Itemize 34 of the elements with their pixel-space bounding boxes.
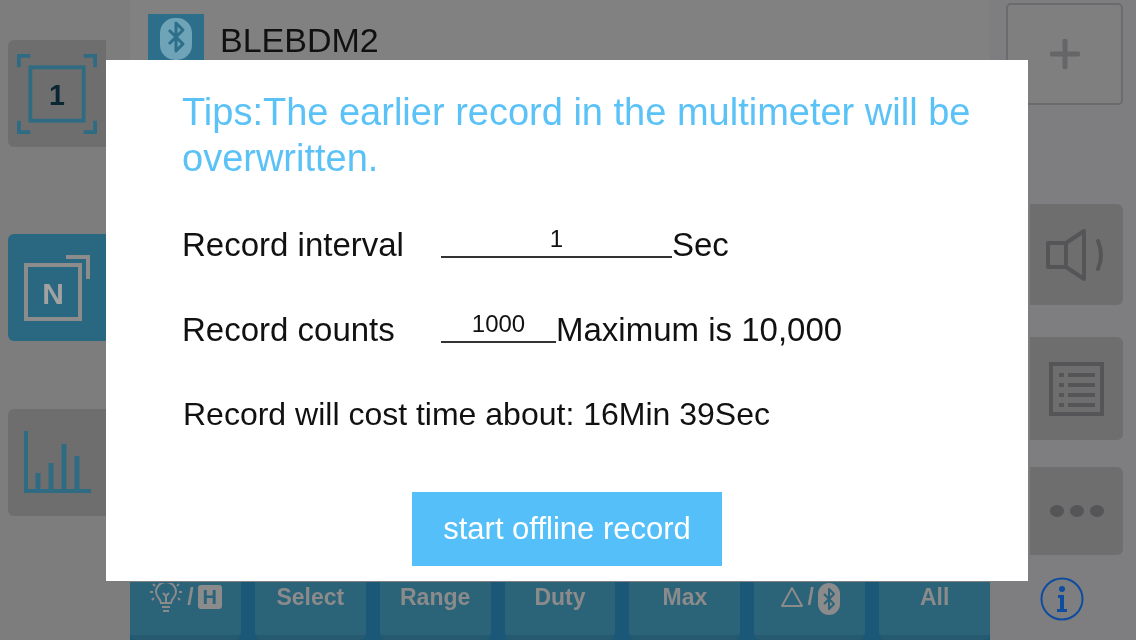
fill-in-line[interactable]: 1000 [441, 311, 556, 343]
list-icon [1049, 361, 1104, 416]
add-button[interactable] [1006, 3, 1123, 105]
unit-label: Sec [672, 225, 729, 265]
bar-chart-icon [23, 431, 91, 494]
bluetooth-icon [817, 583, 840, 615]
fill-in-line[interactable]: 1 [441, 226, 672, 258]
function-key[interactable]: Select [254, 582, 366, 640]
sidebar-tab[interactable]: 1 [8, 40, 106, 147]
function-key[interactable]: Range [379, 582, 491, 640]
field-label: Record interval [182, 225, 405, 265]
info-icon[interactable] [1040, 577, 1084, 621]
estimate-text: Record will cost time about: 16Min 39Sec [183, 395, 770, 434]
more-button[interactable] [1030, 467, 1123, 555]
device-name: BLEBDM2 [220, 20, 379, 60]
function-key[interactable]: All [879, 582, 990, 640]
start-record-button[interactable]: start offline record [412, 492, 722, 566]
function-key[interactable]: Duty [504, 582, 616, 640]
lightbulb-icon [149, 583, 184, 613]
more-icon [1049, 505, 1104, 517]
field-label: Record counts [182, 310, 396, 350]
unit-label: Maximum is 10,000 [556, 310, 843, 350]
sound-button[interactable] [1030, 204, 1123, 305]
tip-text: Tips:The earlier record in the multimeter will be overwritten. [182, 90, 972, 181]
function-key[interactable]: / H [130, 582, 241, 640]
triangle-icon [779, 586, 804, 608]
list-button[interactable] [1030, 337, 1123, 440]
plus-icon [1049, 39, 1080, 69]
bluetooth-icon [148, 14, 204, 60]
function-key[interactable]: Max [629, 582, 741, 640]
hold-badge: H [197, 585, 222, 609]
sidebar-tab[interactable]: N [8, 234, 106, 341]
sidebar-tab[interactable] [8, 409, 106, 516]
function-key[interactable]: / [754, 582, 866, 640]
